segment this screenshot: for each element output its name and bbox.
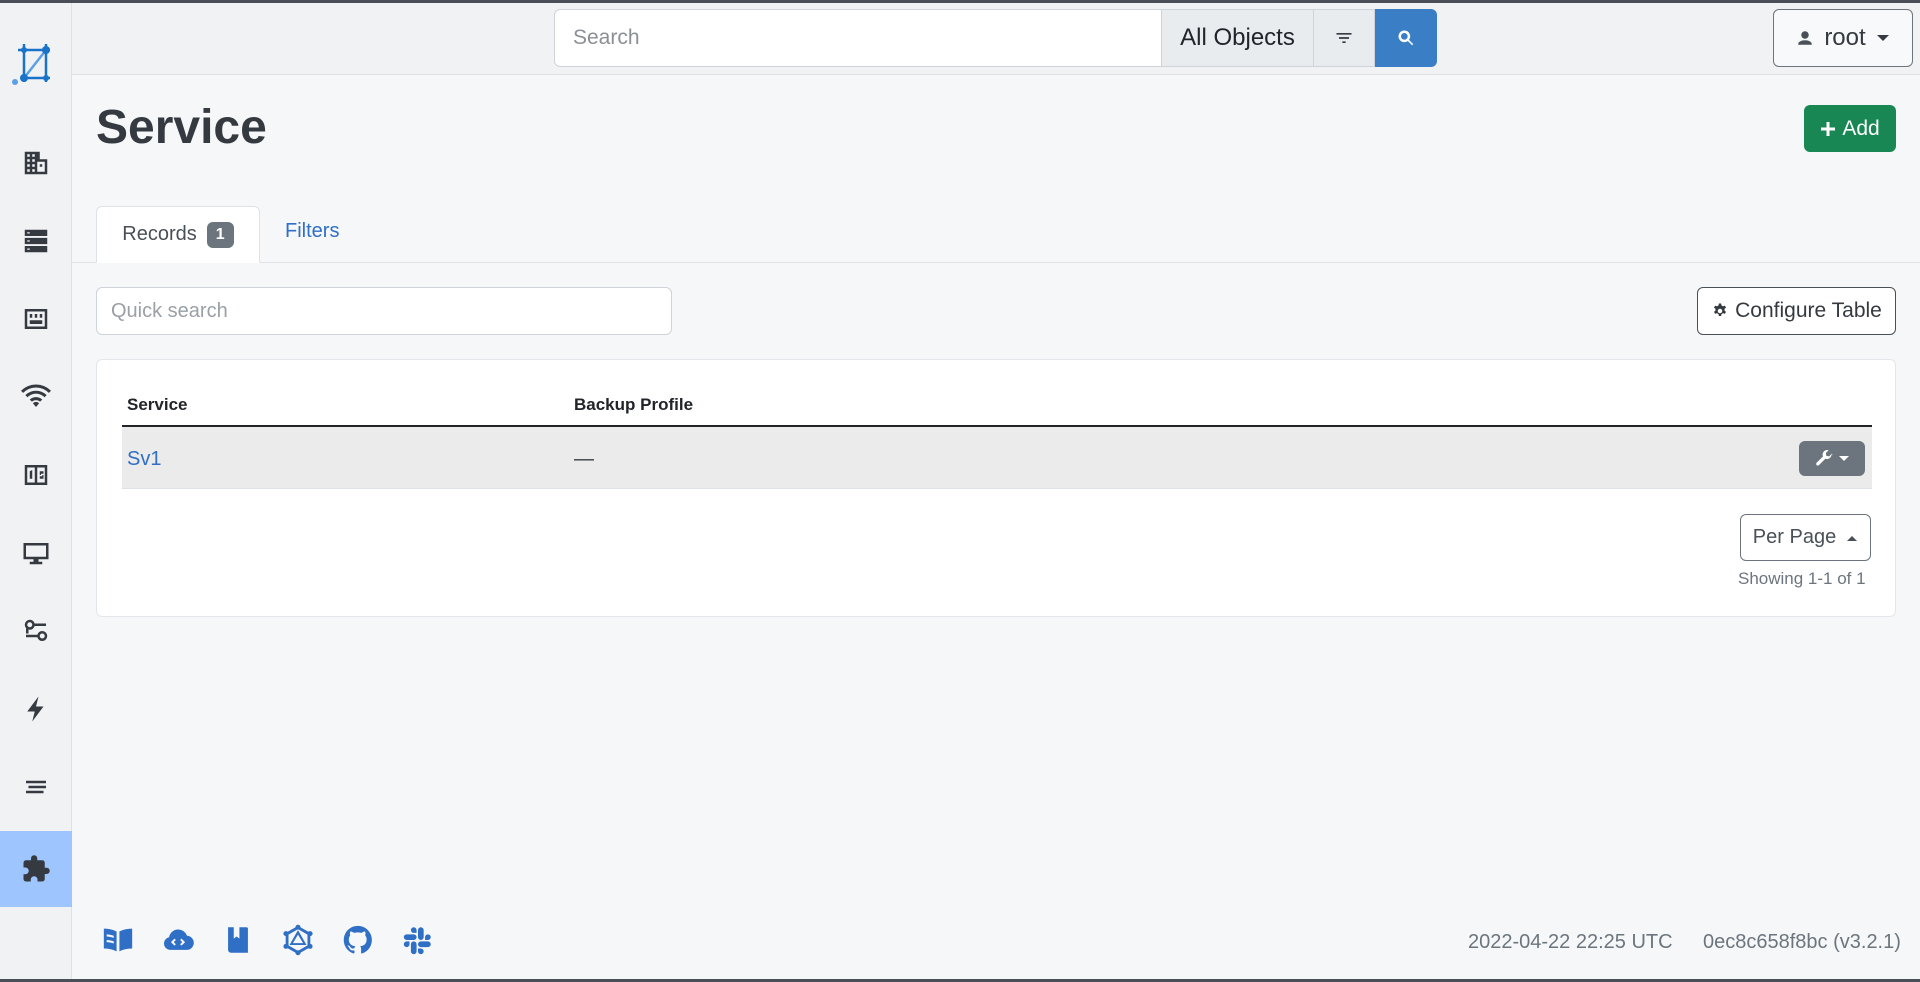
- top-header: All Objects root: [72, 3, 1920, 75]
- per-page-label: Per Page: [1752, 526, 1837, 548]
- api-docs-bookmark-icon[interactable]: [220, 922, 256, 958]
- column-header-service[interactable]: Service: [127, 395, 188, 415]
- user-menu-button[interactable]: root: [1773, 9, 1913, 67]
- service-link[interactable]: Sv1: [127, 448, 161, 471]
- column-header-backup-profile[interactable]: Backup Profile: [574, 395, 693, 415]
- docs-book-icon[interactable]: [100, 922, 136, 958]
- footer-version: 0ec8c658f8bc (v3.2.1): [1703, 931, 1901, 953]
- plus-icon: [1821, 121, 1836, 136]
- object-type-select[interactable]: All Objects: [1162, 9, 1314, 67]
- slack-icon[interactable]: [400, 922, 436, 958]
- user-icon: [1798, 31, 1813, 45]
- circuits-icon[interactable]: [0, 593, 72, 669]
- wrench-icon: [1816, 449, 1833, 466]
- search-icon: [1398, 30, 1414, 46]
- footer-links: [100, 922, 436, 958]
- page-title: Service: [96, 101, 267, 154]
- github-icon[interactable]: [340, 922, 376, 958]
- configure-table-button[interactable]: Configure Table: [1697, 287, 1896, 335]
- app-logo-icon[interactable]: [10, 38, 60, 88]
- tabs-divider: [72, 262, 1920, 263]
- power-icon[interactable]: [0, 671, 72, 747]
- quick-search-input[interactable]: [96, 287, 672, 335]
- global-search: All Objects: [554, 9, 1437, 67]
- add-button[interactable]: Add: [1804, 105, 1896, 152]
- per-page-button[interactable]: Per Page: [1740, 514, 1871, 561]
- tab-filters[interactable]: Filters: [285, 220, 339, 243]
- table-row: [122, 427, 1872, 489]
- records-count-badge: 1: [206, 221, 234, 248]
- row-actions-button[interactable]: [1799, 441, 1865, 476]
- search-input[interactable]: [554, 9, 1162, 67]
- gear-icon: [1714, 303, 1727, 317]
- backup-profile-value: —: [574, 448, 594, 470]
- filter-icon: [1336, 33, 1352, 43]
- chevron-down-icon: [1876, 35, 1889, 41]
- object-type-label: All Objects: [1180, 24, 1295, 51]
- plugins-icon[interactable]: [0, 831, 72, 907]
- virtualization-icon[interactable]: [0, 515, 72, 591]
- sidebar: [0, 3, 72, 979]
- add-button-label: Add: [1842, 116, 1880, 140]
- dcim-icon[interactable]: [0, 281, 72, 357]
- ipam-icon[interactable]: [0, 437, 72, 513]
- wireless-icon[interactable]: [0, 359, 72, 435]
- other-icon[interactable]: [0, 749, 72, 825]
- rest-api-cloud-icon[interactable]: [160, 922, 196, 958]
- username: root: [1824, 24, 1866, 51]
- search-filter-button[interactable]: [1314, 9, 1375, 67]
- graphql-icon[interactable]: [280, 922, 316, 958]
- footer-timestamp: 2022-04-22 22:25 UTC: [1468, 931, 1673, 953]
- search-button[interactable]: [1375, 9, 1437, 67]
- tab-records[interactable]: Records 1: [96, 206, 260, 263]
- tab-records-label: Records: [122, 223, 197, 245]
- configure-table-label: Configure Table: [1735, 299, 1882, 322]
- chevron-up-icon: [1847, 535, 1858, 541]
- pagination-summary: Showing 1-1 of 1: [1738, 569, 1866, 588]
- organization-icon[interactable]: [0, 125, 72, 201]
- devices-icon[interactable]: [0, 203, 72, 279]
- chevron-down-icon: [1839, 455, 1849, 461]
